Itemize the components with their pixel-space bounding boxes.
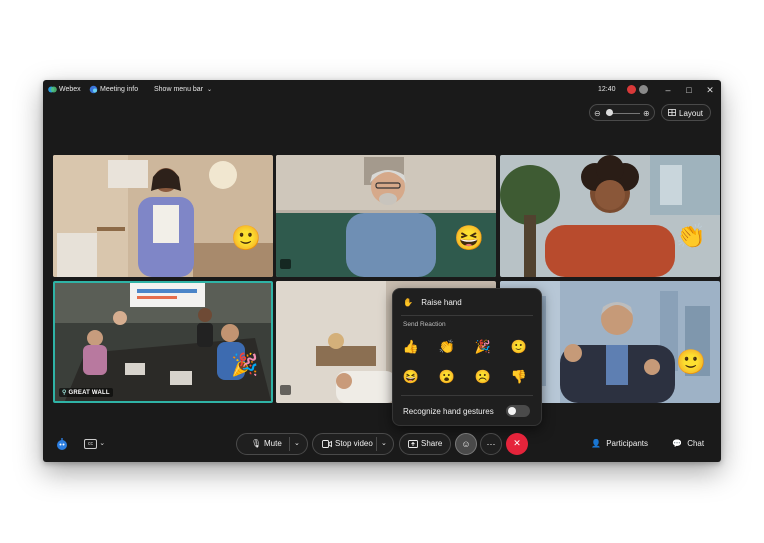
participants-button[interactable]: 👤 Participants <box>591 439 648 448</box>
minimize-window-icon[interactable]: – <box>662 84 674 96</box>
layout-label: Layout <box>679 109 704 118</box>
participant-video-1 <box>53 155 273 277</box>
end-call-button[interactable]: ✕ <box>506 433 528 455</box>
audio-status-icon <box>639 85 648 94</box>
participant-video-4 <box>55 283 271 401</box>
meeting-info-button[interactable]: Meeting info <box>100 86 138 93</box>
zoom-slider-handle[interactable] <box>606 109 613 116</box>
celebrate-reaction-icon[interactable]: 🎉 <box>473 338 493 356</box>
close-window-icon[interactable]: ✕ <box>704 84 716 96</box>
reactions-button[interactable]: ☺ <box>455 433 477 455</box>
share-button[interactable]: Share <box>399 433 451 455</box>
raise-hand-button[interactable]: ✋ Raise hand <box>403 298 462 307</box>
chat-label: Chat <box>687 439 705 448</box>
reaction-emoji-3: 👏 <box>676 223 706 250</box>
send-reaction-heading: Send Reaction <box>403 321 446 328</box>
reactions-popover: ✋ Raise hand Send Reaction 👍 👏 🎉 🙂 😆 😮 ☹… <box>392 288 542 426</box>
reaction-emoji-6: 🙂 <box>676 349 706 376</box>
chat-button[interactable]: 💬 Chat <box>672 439 704 448</box>
participant-video-2 <box>276 155 496 277</box>
recognize-gestures-toggle[interactable] <box>506 405 530 417</box>
mute-divider <box>289 437 290 451</box>
chevron-down-icon: ⌄ <box>206 87 213 93</box>
chevron-down-icon: ⌄ <box>99 440 106 447</box>
app-name: Webex <box>59 86 81 93</box>
video-tile-3[interactable]: 👏 <box>500 155 720 277</box>
clock-time: 12:40 <box>598 86 616 93</box>
meeting-info-icon <box>89 85 98 94</box>
participant-video-3 <box>500 155 720 277</box>
reaction-emoji-2: 😆 <box>454 225 484 252</box>
chat-bubble-icon: 💬 <box>672 439 682 448</box>
clap-reaction-icon[interactable]: 👏 <box>437 338 457 356</box>
toggle-knob <box>508 407 516 415</box>
video-tile-1[interactable]: 🙂 <box>53 155 273 277</box>
closed-captions-icon: cc <box>84 439 97 449</box>
mute-options-chevron-icon[interactable]: ⌄ <box>294 434 300 454</box>
participants-icon: 👤 <box>591 439 601 448</box>
more-dots-icon: ⋯ <box>486 439 496 449</box>
video-tile-2[interactable]: 😆 <box>276 155 496 277</box>
show-menu-bar-button[interactable]: Show menu bar ⌄ <box>154 86 212 93</box>
zoom-in-icon[interactable]: ⊕ <box>643 105 650 122</box>
webex-assistant-icon[interactable] <box>56 438 68 450</box>
smile-reaction-icon[interactable]: 🙂 <box>509 338 529 356</box>
video-camera-icon <box>322 440 332 448</box>
reaction-emoji-4: 🎉 <box>231 352 259 377</box>
end-call-x-icon: ✕ <box>513 438 521 448</box>
sad-reaction-icon[interactable]: ☹️ <box>473 368 493 386</box>
tile-room-name: GREAT WALL <box>68 390 110 396</box>
surprised-reaction-icon[interactable]: 😮 <box>437 368 457 386</box>
video-tile-4-active-speaker[interactable]: 🎉 ⚲ GREAT WALL <box>53 281 273 403</box>
participants-label: Participants <box>606 439 648 448</box>
thumbs-down-reaction-icon[interactable]: 👎 <box>509 368 529 386</box>
video-divider <box>376 437 377 451</box>
raise-hand-label: Raise hand <box>421 298 462 307</box>
popover-divider-bottom <box>401 395 533 396</box>
mute-label: Mute <box>264 439 282 448</box>
maximize-window-icon[interactable]: □ <box>683 84 695 96</box>
reaction-emoji-1: 🙂 <box>231 225 261 252</box>
mute-button[interactable]: 🎙 Mute ⌄ <box>236 433 308 455</box>
tile-label-4: ⚲ GREAT WALL <box>59 388 113 397</box>
captions-button[interactable]: cc ⌄ <box>84 438 105 449</box>
thumbs-up-reaction-icon[interactable]: 👍 <box>401 338 421 356</box>
stop-video-label: Stop video <box>335 439 373 448</box>
share-label: Share <box>421 439 443 448</box>
zoom-control: ⊖ ⊕ <box>589 104 655 121</box>
share-screen-icon <box>408 440 418 448</box>
mic-icon: ⚲ <box>62 390 67 396</box>
stop-video-button[interactable]: Stop video ⌄ <box>312 433 394 455</box>
video-options-chevron-icon[interactable]: ⌄ <box>381 434 387 454</box>
recording-indicator-icon <box>627 85 636 94</box>
layout-grid-icon <box>668 109 676 116</box>
reactions-smiley-icon: ☺ <box>461 439 471 449</box>
microphone-icon: 🎙 <box>251 439 262 448</box>
popover-divider-top <box>401 315 533 316</box>
title-bar: Webex Meeting info Show menu bar ⌄ 12:40… <box>43 80 721 100</box>
webex-logo-icon <box>48 86 57 93</box>
show-menu-bar-label: Show menu bar <box>154 86 204 93</box>
raise-hand-icon: ✋ <box>403 298 413 307</box>
webex-meeting-window: Webex Meeting info Show menu bar ⌄ 12:40… <box>43 80 721 462</box>
recognize-gestures-label: Recognize hand gestures <box>403 407 494 416</box>
layout-button[interactable]: Layout <box>661 104 711 121</box>
laugh-reaction-icon[interactable]: 😆 <box>401 368 421 386</box>
more-options-button[interactable]: ⋯ <box>480 433 502 455</box>
zoom-out-icon[interactable]: ⊖ <box>594 105 601 122</box>
